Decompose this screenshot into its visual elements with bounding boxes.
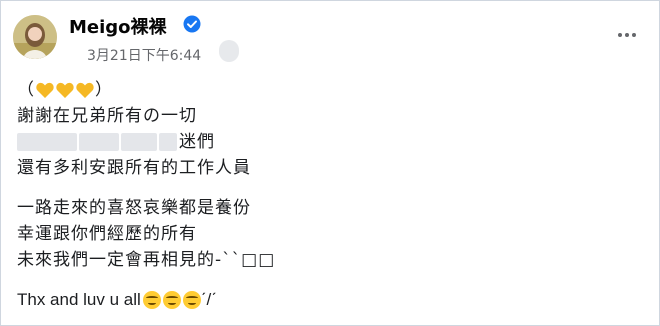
author-name[interactable]: Meigo裸裸 — [69, 13, 167, 39]
redacted-audience-icon — [219, 40, 239, 62]
redacted-text — [79, 133, 119, 151]
post-line-3-text: 迷們 — [179, 132, 215, 152]
open-paren: （ — [17, 80, 35, 100]
smiling-face-icon — [142, 291, 161, 309]
dot — [632, 33, 636, 37]
facebook-post: Meigo裸裸 3月21日下午6:44 （ ） 謝謝在兄弟所有の一切 迷們 還有… — [0, 0, 660, 326]
yellow-heart-icon — [36, 82, 54, 98]
post-line-8-tail: ˊ/ˊ — [200, 290, 217, 309]
redacted-text — [159, 133, 177, 151]
avatar-image — [13, 15, 57, 59]
verified-badge-icon — [183, 15, 201, 33]
post-text: （ ） 謝謝在兄弟所有の一切 迷們 還有多利安跟所有的工作人員 一路走來的喜怒哀… — [17, 77, 643, 313]
yellow-heart-icon — [76, 82, 94, 98]
post-line-1: （ ） — [17, 77, 643, 103]
post-line-7: 未來我們一定會再相見的-ˋˋ□□ — [17, 250, 276, 270]
yellow-heart-icon — [56, 82, 74, 98]
post-line-8: Thx and luv u all ˊ/ˊ — [17, 287, 643, 313]
smiling-face-icon — [182, 291, 201, 309]
post-line-3: 迷們 — [17, 129, 643, 155]
dot — [625, 33, 629, 37]
redacted-text — [121, 133, 157, 151]
smiling-face-icon — [162, 291, 181, 309]
post-timestamp[interactable]: 3月21日下午6:44 — [87, 45, 201, 65]
close-paren: ） — [95, 80, 113, 100]
post-line-2: 謝謝在兄弟所有の一切 — [17, 106, 197, 126]
post-line-8-text: Thx and luv u all — [17, 290, 141, 309]
more-options-icon[interactable] — [611, 25, 643, 45]
avatar[interactable] — [13, 15, 57, 59]
post-line-6: 幸運跟你們經歷的所有 — [17, 224, 197, 244]
post-line-4: 還有多利安跟所有的工作人員 — [17, 158, 251, 178]
dot — [618, 33, 622, 37]
redacted-text — [17, 133, 77, 151]
post-line-5: 一路走來的喜怒哀樂都是養份 — [17, 198, 251, 218]
